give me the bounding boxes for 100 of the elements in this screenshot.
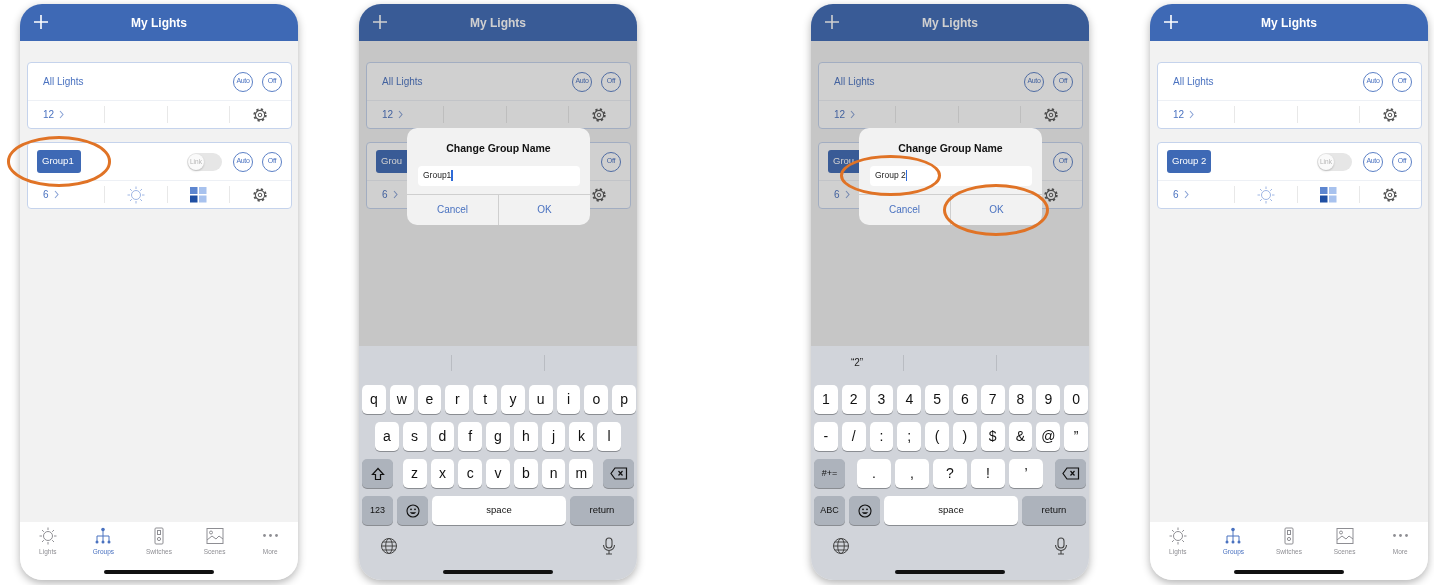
emoji-key[interactable] bbox=[397, 496, 428, 525]
key[interactable]: d bbox=[430, 422, 455, 451]
key[interactable]: u bbox=[528, 385, 553, 414]
key[interactable]: 3 bbox=[869, 385, 894, 414]
dialog-button[interactable]: Cancel bbox=[407, 194, 498, 225]
key[interactable]: w bbox=[389, 385, 414, 414]
key[interactable]: q bbox=[362, 385, 386, 414]
key[interactable]: ABC bbox=[814, 496, 845, 525]
key[interactable]: ? bbox=[933, 459, 967, 488]
key[interactable]: ! bbox=[971, 459, 1005, 488]
key[interactable]: l bbox=[597, 422, 622, 451]
group-name: All Lights bbox=[834, 75, 875, 89]
backspace-icon bbox=[1061, 467, 1080, 480]
key[interactable]: i bbox=[556, 385, 581, 414]
delete-key[interactable] bbox=[1055, 459, 1086, 488]
emoji-key[interactable] bbox=[849, 496, 880, 525]
settings-icon[interactable] bbox=[1383, 187, 1398, 202]
light-count: 12 bbox=[834, 108, 846, 122]
key[interactable]: 5 bbox=[925, 385, 949, 414]
dialog-button[interactable]: OK bbox=[950, 194, 1042, 225]
key[interactable]: g bbox=[486, 422, 510, 451]
key[interactable]: 7 bbox=[980, 385, 1005, 414]
globe-icon[interactable] bbox=[380, 537, 398, 555]
settings-icon[interactable] bbox=[253, 187, 268, 202]
add-icon[interactable] bbox=[1164, 15, 1178, 29]
space-key[interactable]: space bbox=[432, 496, 566, 525]
grid-icon[interactable] bbox=[189, 186, 207, 203]
arrow-up-icon bbox=[370, 466, 385, 481]
key[interactable]: , bbox=[895, 459, 929, 488]
light-count: 6 bbox=[382, 188, 388, 202]
group-name: All Lights bbox=[43, 75, 84, 89]
key[interactable]: n bbox=[541, 459, 566, 488]
return-key[interactable]: return bbox=[1022, 496, 1086, 525]
settings-icon[interactable] bbox=[1383, 107, 1398, 122]
more-icon bbox=[262, 534, 278, 537]
key[interactable]: r bbox=[445, 385, 470, 414]
group-name-button[interactable]: Group1 bbox=[37, 150, 81, 173]
key[interactable]: 0 bbox=[1064, 385, 1088, 414]
shift-key[interactable] bbox=[362, 459, 393, 488]
key[interactable]: e bbox=[417, 385, 442, 414]
key[interactable]: k bbox=[569, 422, 594, 451]
more-icon bbox=[1392, 534, 1408, 537]
key[interactable]: 1 bbox=[814, 385, 838, 414]
text-field[interactable]: Group 2 bbox=[870, 165, 1032, 186]
key[interactable]: 9 bbox=[1036, 385, 1061, 414]
key[interactable]: 8 bbox=[1008, 385, 1033, 414]
key[interactable]: y bbox=[501, 385, 525, 414]
light-count: 12 bbox=[1173, 108, 1185, 122]
grid-icon[interactable] bbox=[1319, 186, 1337, 203]
key[interactable]: f bbox=[458, 422, 483, 451]
key[interactable]: / bbox=[841, 422, 866, 451]
key[interactable]: p bbox=[612, 385, 636, 414]
space-key[interactable]: space bbox=[884, 496, 1018, 525]
add-icon[interactable] bbox=[373, 15, 387, 29]
key[interactable]: . bbox=[857, 459, 891, 488]
key[interactable]: 123 bbox=[362, 496, 393, 525]
key[interactable]: #+= bbox=[814, 459, 845, 488]
key[interactable]: 4 bbox=[897, 385, 922, 414]
key[interactable]: $ bbox=[980, 422, 1005, 451]
settings-icon[interactable] bbox=[592, 107, 607, 122]
key[interactable]: - bbox=[814, 422, 838, 451]
settings-icon[interactable] bbox=[253, 107, 268, 122]
key[interactable]: j bbox=[541, 422, 566, 451]
key[interactable]: t bbox=[473, 385, 497, 414]
dialog-button[interactable]: OK bbox=[498, 194, 590, 225]
key[interactable]: ” bbox=[1064, 422, 1088, 451]
key[interactable]: o bbox=[584, 385, 609, 414]
microphone-icon[interactable] bbox=[1053, 537, 1069, 555]
key[interactable]: ’ bbox=[1009, 459, 1043, 488]
return-key[interactable]: return bbox=[570, 496, 634, 525]
key[interactable]: h bbox=[513, 422, 538, 451]
settings-icon[interactable] bbox=[1044, 107, 1059, 122]
key[interactable]: @ bbox=[1036, 422, 1061, 451]
key[interactable]: : bbox=[869, 422, 894, 451]
key[interactable]: x bbox=[430, 459, 455, 488]
key[interactable]: m bbox=[569, 459, 594, 488]
key[interactable]: ; bbox=[897, 422, 922, 451]
add-icon[interactable] bbox=[825, 15, 839, 29]
text-cursor bbox=[905, 170, 907, 182]
key[interactable]: b bbox=[513, 459, 538, 488]
key[interactable]: & bbox=[1008, 422, 1033, 451]
key[interactable]: ) bbox=[953, 422, 977, 451]
settings-icon[interactable] bbox=[1044, 187, 1059, 202]
settings-icon[interactable] bbox=[592, 187, 607, 202]
key[interactable]: c bbox=[458, 459, 483, 488]
text-field[interactable]: Group1 bbox=[418, 165, 580, 186]
group-name-button[interactable]: Group 2 bbox=[1167, 150, 1212, 173]
key[interactable]: v bbox=[486, 459, 510, 488]
key[interactable]: 6 bbox=[953, 385, 977, 414]
globe-icon[interactable] bbox=[832, 537, 850, 555]
suggestion[interactable]: “2” bbox=[811, 355, 903, 371]
light-count: 12 bbox=[382, 108, 394, 122]
key[interactable]: a bbox=[374, 422, 399, 451]
key[interactable]: ( bbox=[925, 422, 949, 451]
add-icon[interactable] bbox=[34, 15, 48, 29]
microphone-icon[interactable] bbox=[601, 537, 617, 555]
key[interactable]: s bbox=[402, 422, 427, 451]
key[interactable]: z bbox=[402, 459, 427, 488]
key[interactable]: 2 bbox=[841, 385, 866, 414]
delete-key[interactable] bbox=[603, 459, 634, 488]
